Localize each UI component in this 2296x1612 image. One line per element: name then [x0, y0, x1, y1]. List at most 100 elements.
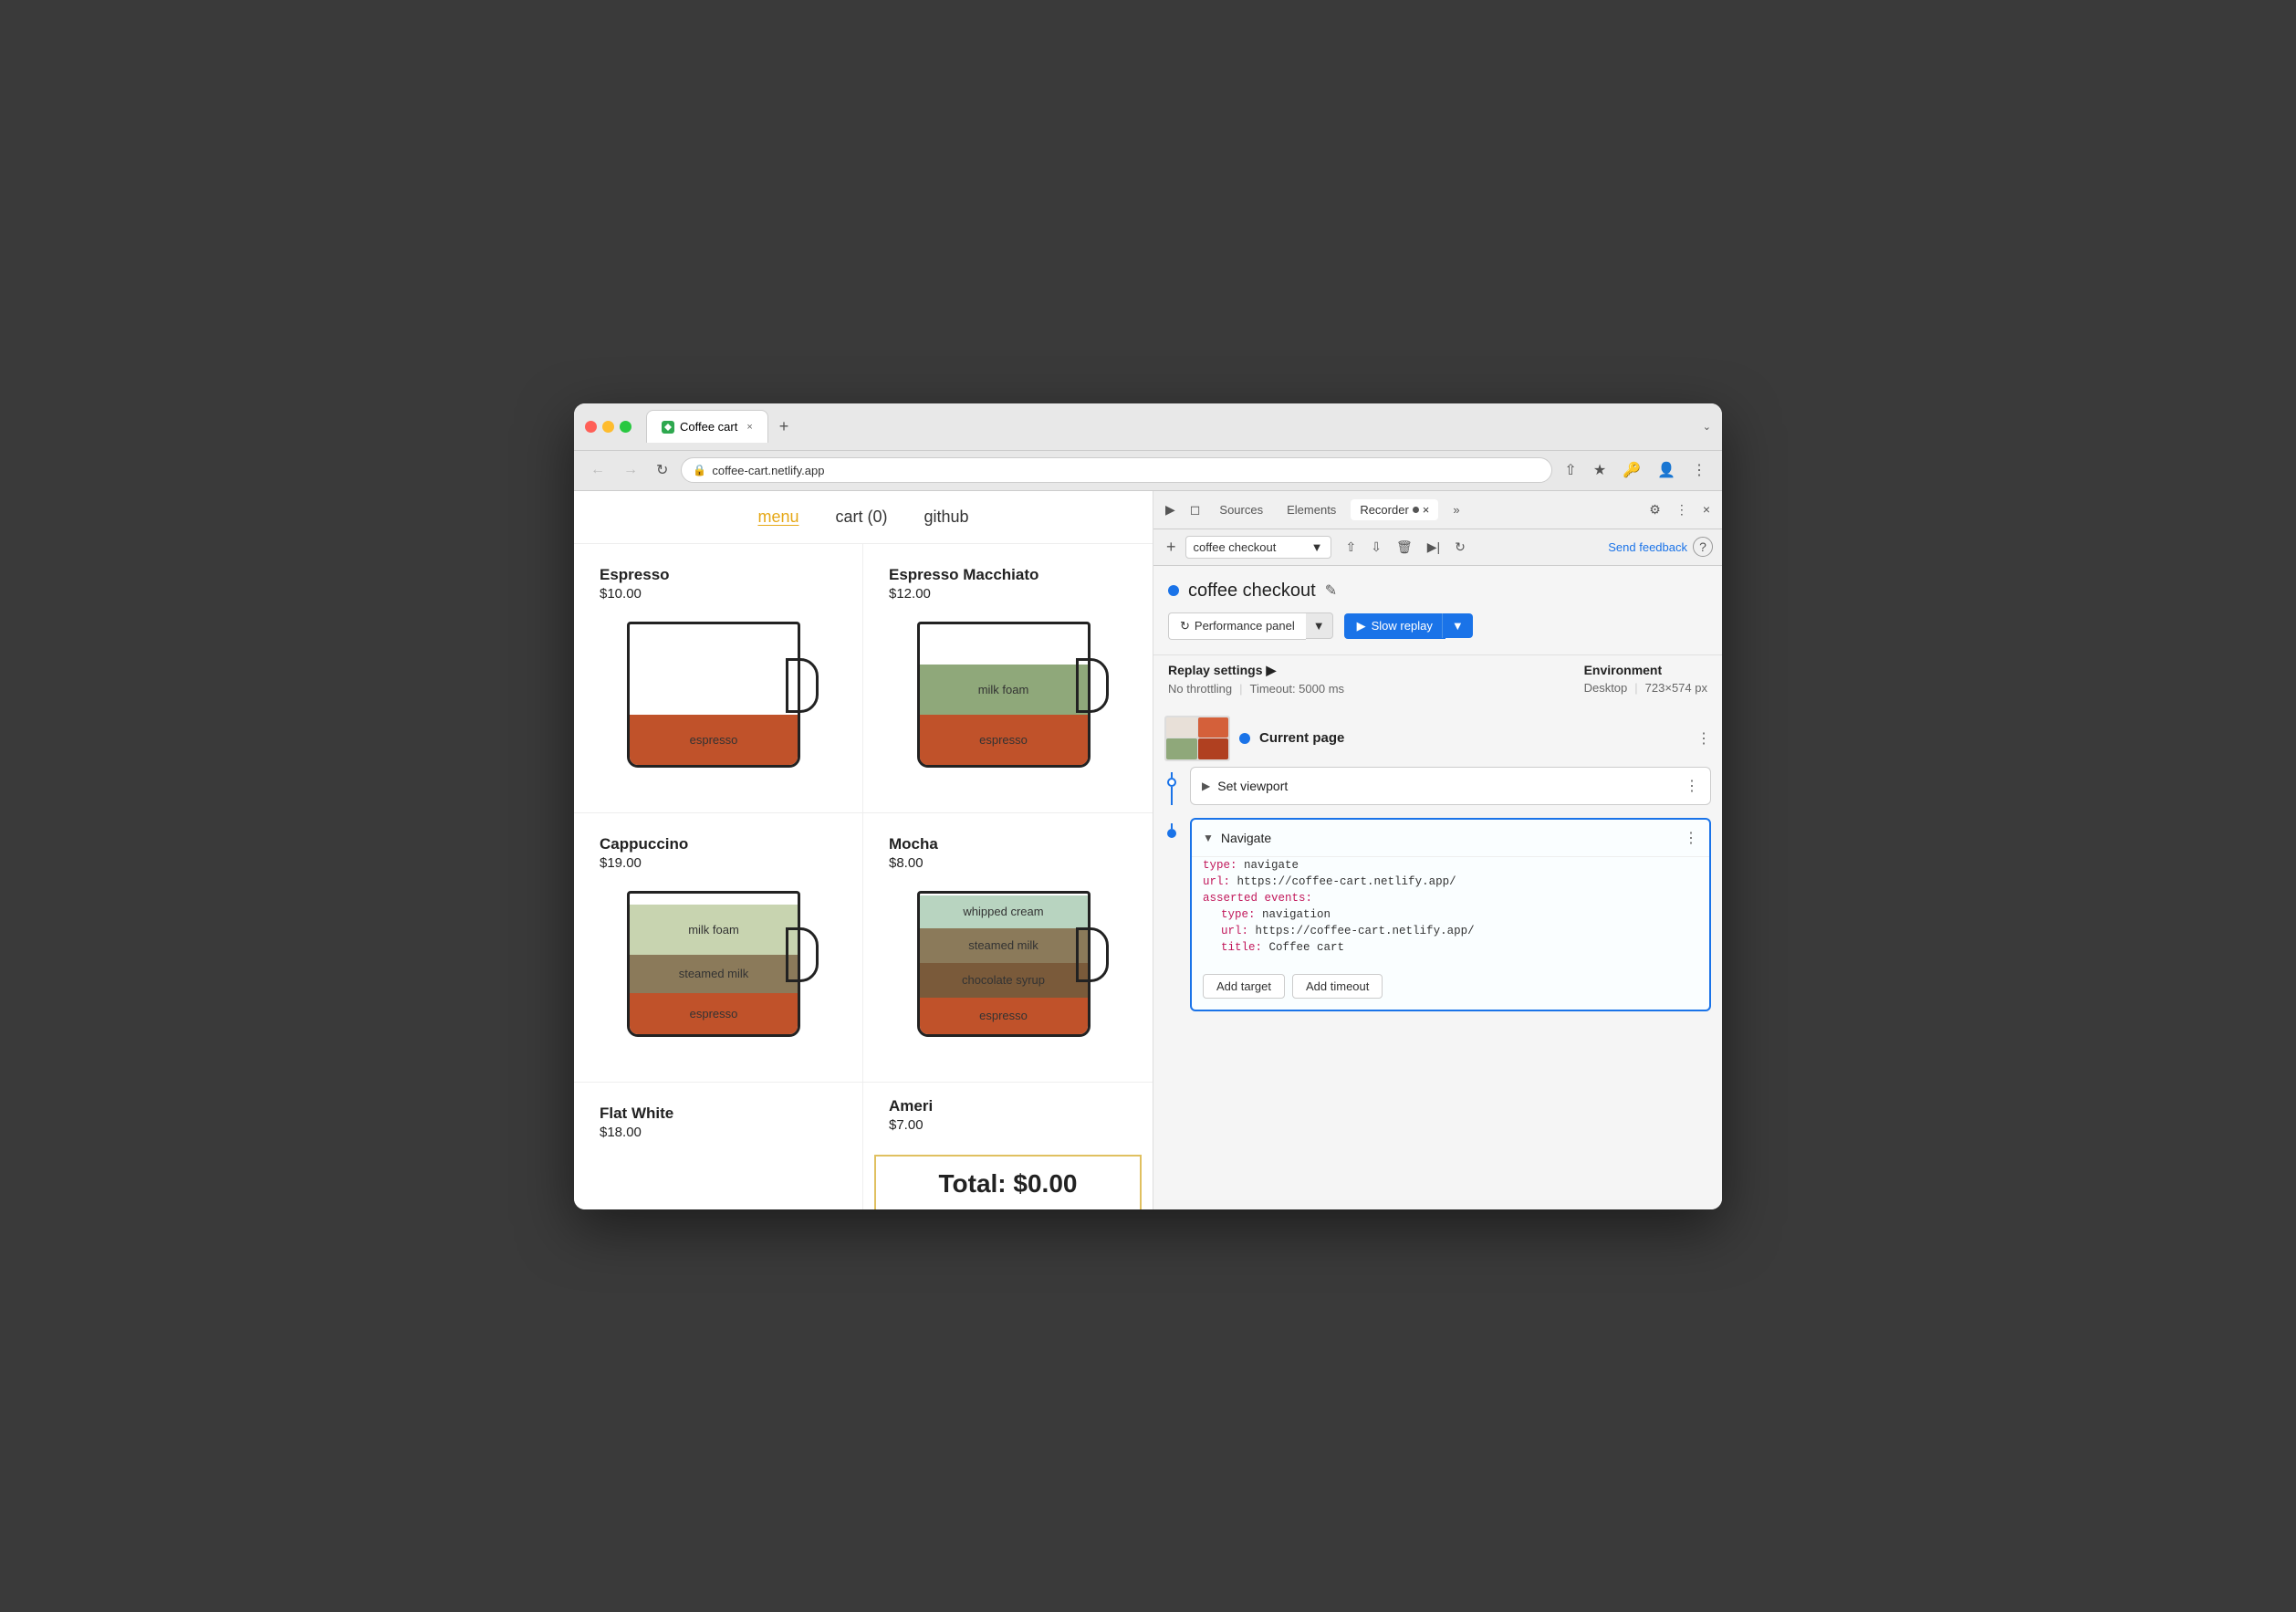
- active-tab[interactable]: Coffee cart ×: [646, 410, 768, 443]
- nav-github[interactable]: github: [924, 508, 969, 527]
- edit-title-button[interactable]: ✎: [1325, 581, 1337, 600]
- product-espresso[interactable]: Espresso $10.00 espresso: [574, 544, 863, 813]
- back-button[interactable]: ←: [585, 458, 611, 482]
- current-page-menu[interactable]: ⋮: [1696, 729, 1711, 748]
- product-espresso-macchiato[interactable]: Espresso Macchiato $12.00 milk foam espr…: [863, 544, 1153, 813]
- close-devtools-button[interactable]: ×: [1698, 499, 1715, 519]
- thumb-cell-2: [1198, 717, 1229, 738]
- americano-name: Ameri: [889, 1097, 1127, 1115]
- timeout-label: Timeout: 5000 ms: [1249, 682, 1344, 696]
- add-timeout-button[interactable]: Add timeout: [1292, 974, 1383, 999]
- mocha-cup: espresso chocolate syrup steamed milk wh…: [908, 882, 1109, 1060]
- viewport-menu[interactable]: ⋮: [1685, 777, 1699, 795]
- record-button[interactable]: ↻: [1449, 537, 1471, 558]
- code-asserted-url-line: url: https://coffee-cart.netlify.app/: [1203, 923, 1698, 939]
- help-button[interactable]: ?: [1693, 537, 1713, 557]
- timeline-dot-viewport: [1167, 778, 1176, 787]
- tab-dropdown-button[interactable]: ⌄: [1703, 421, 1711, 433]
- total-banner: Total: $0.00: [874, 1155, 1142, 1209]
- recording-title-row: coffee checkout ✎: [1153, 566, 1722, 612]
- replay-settings-row: Replay settings ▶ No throttling | Timeou…: [1153, 654, 1722, 701]
- tab-title: Coffee cart: [680, 420, 737, 434]
- recording-selector[interactable]: coffee checkout ▼: [1185, 536, 1331, 559]
- minimize-traffic-light[interactable]: [602, 421, 614, 433]
- slow-replay-label: Slow replay: [1372, 619, 1433, 633]
- code-indent-type-val: navigation: [1262, 908, 1331, 921]
- product-americano[interactable]: Ameri $7.00 Total: $0.00: [863, 1083, 1153, 1209]
- set-viewport-header[interactable]: ▶ Set viewport ⋮: [1191, 768, 1710, 804]
- download-button[interactable]: ⇩: [1365, 537, 1387, 558]
- replay-settings-arrow: ▶: [1266, 663, 1276, 678]
- new-tab-button[interactable]: +: [772, 413, 797, 440]
- code-indent-type-key: type:: [1203, 908, 1256, 921]
- add-target-button[interactable]: Add target: [1203, 974, 1285, 999]
- menu-button[interactable]: ⋮: [1687, 458, 1711, 482]
- recorder-close[interactable]: ×: [1423, 503, 1430, 517]
- perf-panel-button[interactable]: ↻ Performance panel: [1168, 612, 1306, 640]
- replay-settings-sub: No throttling | Timeout: 5000 ms: [1168, 682, 1344, 696]
- close-traffic-light[interactable]: [585, 421, 597, 433]
- elements-tab[interactable]: Elements: [1278, 499, 1345, 520]
- product-mocha[interactable]: Mocha $8.00 espresso chocolate syrup ste…: [863, 813, 1153, 1083]
- profile-button[interactable]: 👤: [1653, 458, 1680, 482]
- code-asserted-type-line: type: navigation: [1203, 906, 1698, 923]
- cappuccino-name: Cappuccino: [600, 835, 837, 853]
- tab-favicon: [662, 421, 674, 434]
- espresso-name: Espresso: [600, 566, 837, 584]
- code-type-val: navigate: [1244, 859, 1299, 872]
- env-divider: |: [1634, 681, 1637, 695]
- nav-menu[interactable]: menu: [757, 508, 798, 527]
- tab-bar: Coffee cart × + ⌄: [646, 410, 1711, 443]
- send-feedback-link[interactable]: Send feedback: [1608, 540, 1687, 554]
- replay-settings-title[interactable]: Replay settings ▶: [1168, 663, 1344, 678]
- thumb-cell-1: [1166, 717, 1197, 738]
- cappuccino-price: $19.00: [600, 855, 837, 871]
- add-recording-button[interactable]: +: [1163, 538, 1180, 557]
- viewport-title: Set viewport: [1217, 779, 1677, 793]
- sources-tab[interactable]: Sources: [1210, 499, 1272, 520]
- lock-icon: 🔒: [693, 464, 706, 476]
- inspect-tool-button[interactable]: ◻: [1185, 499, 1205, 520]
- code-indent-title-val: Coffee cart: [1269, 941, 1345, 954]
- macchiato-cup: milk foam espresso: [908, 612, 1109, 790]
- slow-replay-dropdown-button[interactable]: ▼: [1442, 613, 1473, 638]
- delete-button[interactable]: 🗑: [1391, 537, 1418, 558]
- page-thumbnail: [1164, 716, 1230, 761]
- navigate-header[interactable]: ▼ Navigate ⋮: [1192, 820, 1709, 856]
- share-button[interactable]: ⇧: [1560, 458, 1581, 482]
- bookmark-button[interactable]: ★: [1589, 458, 1611, 482]
- product-cappuccino[interactable]: Cappuccino $19.00 espresso steamed milk …: [574, 813, 863, 1083]
- forward-button[interactable]: →: [618, 458, 643, 482]
- slow-replay-button[interactable]: ▶ Slow replay: [1344, 613, 1445, 639]
- perf-panel-dropdown[interactable]: ▼: [1306, 612, 1333, 639]
- viewport-expand-icon: ▶: [1202, 780, 1210, 792]
- refresh-button[interactable]: ↻: [651, 457, 673, 483]
- macchiato-name: Espresso Macchiato: [889, 566, 1127, 584]
- product-flat-white[interactable]: Flat White $18.00: [574, 1083, 863, 1209]
- traffic-lights: [585, 421, 631, 433]
- tab-close-button[interactable]: ×: [746, 422, 752, 433]
- more-tabs[interactable]: »: [1444, 499, 1468, 520]
- maximize-traffic-light[interactable]: [620, 421, 631, 433]
- replay-button[interactable]: ▶|: [1422, 537, 1445, 558]
- replay-settings-left: Replay settings ▶ No throttling | Timeou…: [1168, 663, 1344, 696]
- settings-button[interactable]: ⚙: [1644, 499, 1665, 520]
- navigate-menu[interactable]: ⋮: [1684, 829, 1698, 847]
- export-button[interactable]: ⇧: [1341, 537, 1362, 558]
- more-options-button[interactable]: ⋮: [1671, 499, 1693, 520]
- throttling-label: No throttling: [1168, 682, 1232, 696]
- set-viewport-row: ▶ Set viewport ⋮: [1153, 765, 1722, 816]
- navigate-timeline: [1164, 818, 1179, 838]
- extensions-button[interactable]: 🔑: [1618, 458, 1645, 482]
- nav-bar: ← → ↻ 🔒 coffee-cart.netlify.app ⇧ ★ 🔑 👤 …: [574, 451, 1722, 491]
- site-navigation: menu cart (0) github: [574, 491, 1153, 544]
- environment-sub: Desktop | 723×574 px: [1584, 681, 1707, 695]
- nav-line-top: [1171, 823, 1173, 829]
- nav-cart[interactable]: cart (0): [835, 508, 887, 527]
- code-asserted-key: asserted events:: [1203, 892, 1312, 905]
- recorder-tab[interactable]: Recorder ×: [1351, 499, 1438, 520]
- cursor-tool-button[interactable]: ▶: [1161, 499, 1180, 520]
- env-size: 723×574 px: [1645, 681, 1707, 695]
- selector-dropdown-icon: ▼: [1311, 540, 1323, 554]
- address-bar[interactable]: 🔒 coffee-cart.netlify.app: [681, 457, 1552, 483]
